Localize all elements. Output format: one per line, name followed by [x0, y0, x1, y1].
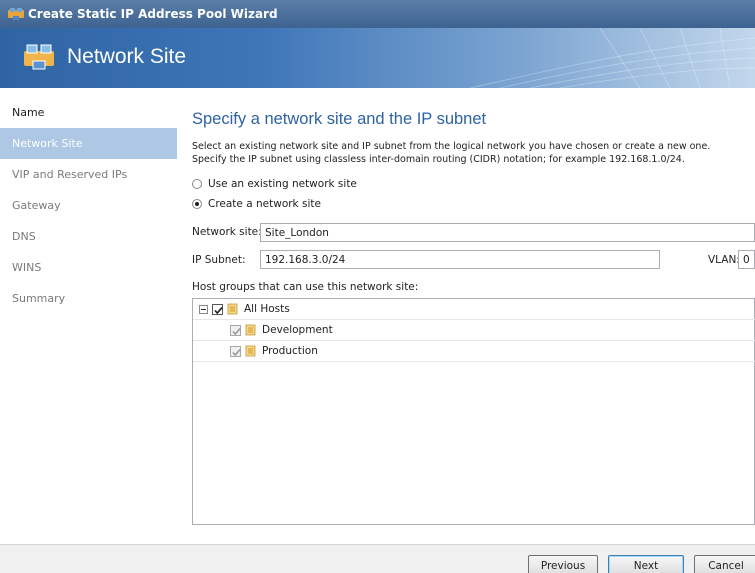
host-group-icon: [245, 324, 256, 336]
radio-label: Use an existing network site: [208, 178, 357, 190]
radio-create-site[interactable]: Create a network site: [192, 198, 321, 210]
host-groups-tree[interactable]: All Hosts Development Production: [192, 298, 755, 525]
wizard-header: Network Site: [0, 28, 755, 88]
radio-label: Create a network site: [208, 198, 321, 210]
check-icon: [232, 348, 241, 356]
tree-label: All Hosts: [244, 303, 290, 315]
radio-button[interactable]: [192, 179, 202, 189]
previous-button[interactable]: Previous: [528, 555, 598, 573]
cancel-button[interactable]: Cancel: [694, 555, 755, 573]
description: Select an existing network site and IP s…: [192, 140, 755, 166]
step-summary[interactable]: Summary: [0, 283, 177, 314]
network-site-large-icon: [24, 44, 54, 70]
description-line-1: Select an existing network site and IP s…: [192, 141, 711, 152]
network-site-icon: [8, 8, 24, 20]
step-name[interactable]: Name: [0, 97, 177, 128]
network-site-input[interactable]: [260, 223, 755, 242]
next-button[interactable]: Next: [608, 555, 684, 573]
page-title: Network Site: [67, 45, 187, 68]
check-icon: [214, 306, 223, 314]
host-groups-label: Host groups that can use this network si…: [192, 281, 419, 293]
tree-row-production[interactable]: Production: [193, 341, 755, 362]
tree-row-all-hosts[interactable]: All Hosts: [193, 299, 755, 320]
check-icon: [232, 327, 241, 335]
step-gateway[interactable]: Gateway: [0, 190, 177, 221]
tree-label: Production: [262, 345, 318, 357]
title-bar: Create Static IP Address Pool Wizard: [0, 0, 755, 28]
step-dns[interactable]: DNS: [0, 221, 177, 252]
step-wins[interactable]: WINS: [0, 252, 177, 283]
ip-subnet-label: IP Subnet:: [192, 254, 246, 266]
host-group-icon: [245, 345, 256, 357]
wizard-footer: Previous Next Cancel: [0, 545, 755, 573]
checkbox-all-hosts[interactable]: [212, 303, 223, 315]
checkbox-development[interactable]: [230, 324, 241, 336]
vlan-label: VLAN:: [708, 254, 740, 266]
host-group-icon: [227, 303, 238, 315]
window-title: Create Static IP Address Pool Wizard: [28, 7, 278, 21]
step-vip-and-reserved-ips[interactable]: VIP and Reserved IPs: [0, 159, 177, 190]
ip-subnet-input[interactable]: [260, 250, 660, 269]
wizard-steps: Name Network Site VIP and Reserved IPs G…: [0, 97, 177, 544]
radio-button-selected[interactable]: [192, 199, 202, 209]
main-panel: Specify a network site and the IP subnet…: [192, 97, 755, 544]
step-network-site[interactable]: Network Site: [0, 128, 177, 159]
network-site-label: Network site:: [192, 226, 262, 238]
vlan-input[interactable]: [738, 250, 755, 269]
description-line-2: Specify the IP subnet using classless in…: [192, 154, 685, 165]
section-heading: Specify a network site and the IP subnet: [192, 110, 487, 128]
checkbox-production[interactable]: [230, 345, 241, 357]
tree-row-development[interactable]: Development: [193, 320, 755, 341]
collapse-icon[interactable]: [199, 304, 208, 314]
tree-label: Development: [262, 324, 333, 336]
radio-use-existing-site[interactable]: Use an existing network site: [192, 178, 357, 190]
